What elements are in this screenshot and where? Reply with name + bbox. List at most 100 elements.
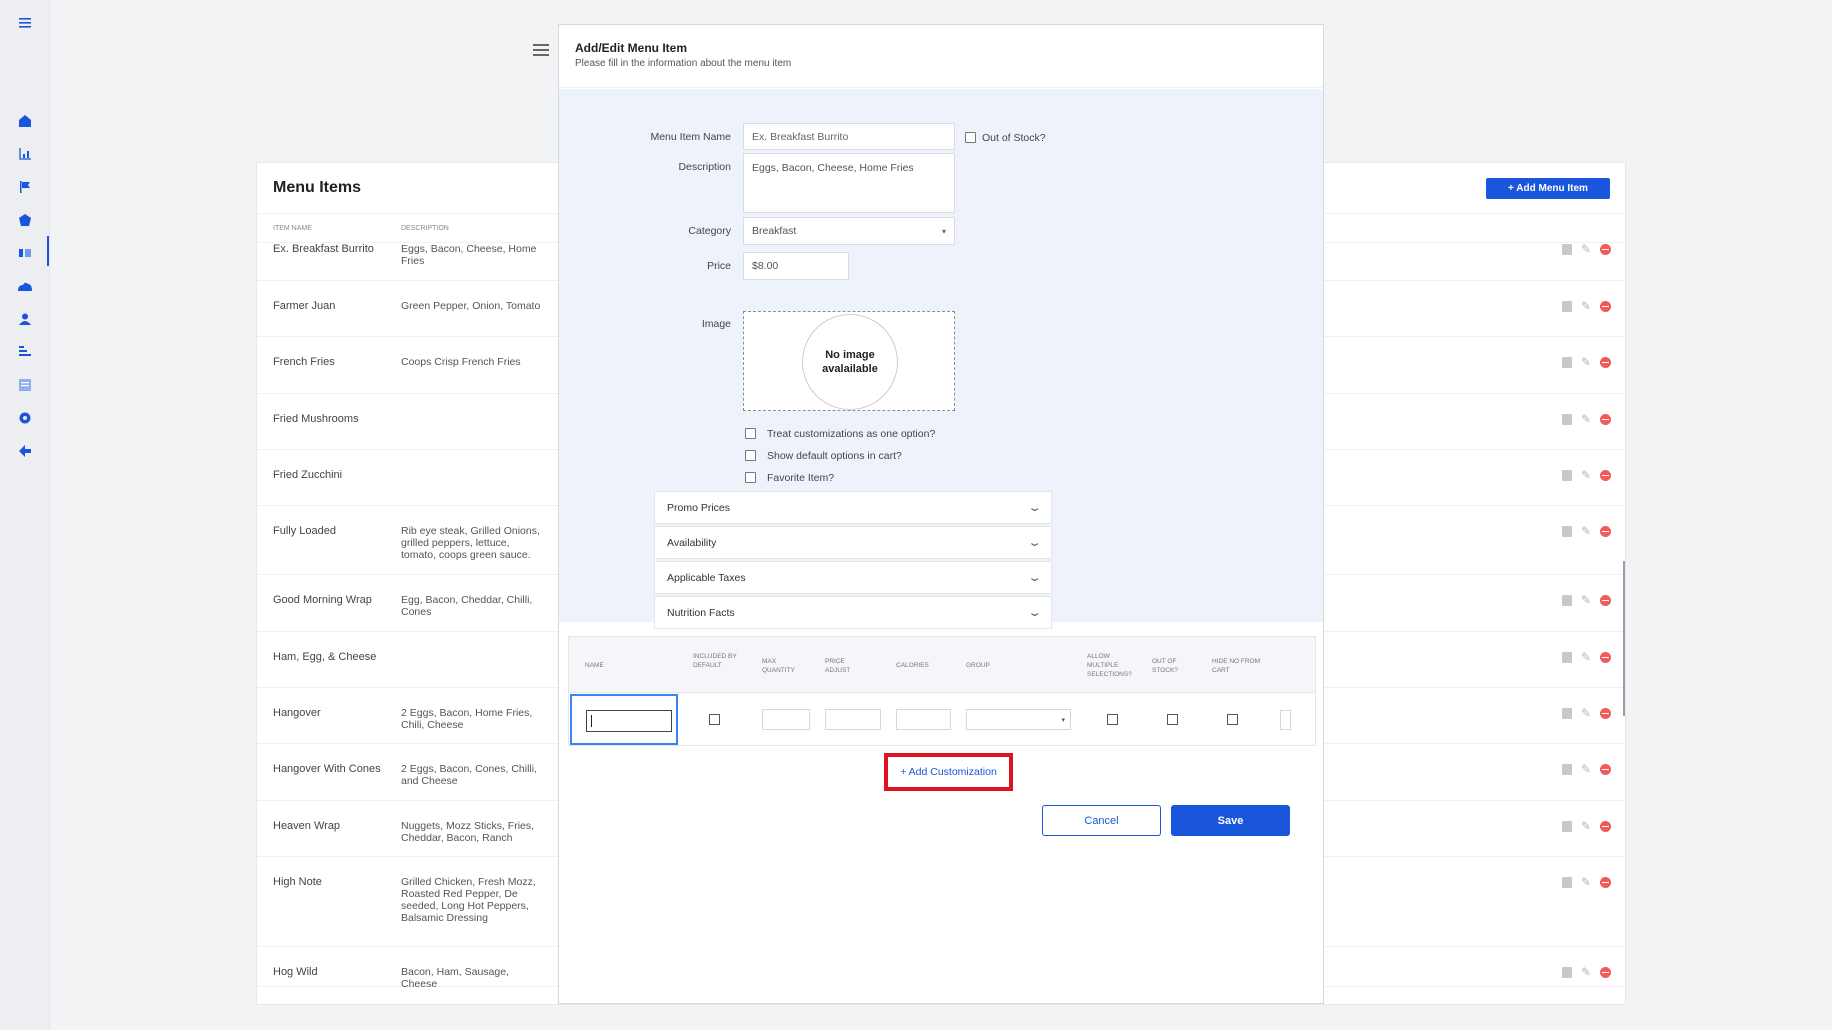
customization-name-input[interactable]	[586, 710, 672, 732]
chevron-down-icon: ⌄	[1027, 607, 1042, 619]
save-button[interactable]: Save	[1171, 805, 1290, 836]
row-actions: ✎	[1561, 820, 1611, 832]
accordion-availability[interactable]: Availability ⌄	[654, 526, 1052, 559]
image-upload-area[interactable]: No image avalailable	[743, 311, 955, 411]
chart-icon[interactable]	[16, 145, 34, 163]
header-out-of-stock: OUT OF STOCK?	[1152, 658, 1178, 674]
price-input[interactable]: $8.00	[743, 252, 849, 280]
trash-icon[interactable]	[1561, 651, 1572, 663]
remove-icon[interactable]	[1600, 469, 1611, 481]
remove-icon[interactable]	[1600, 763, 1611, 775]
sort-icon[interactable]	[16, 343, 34, 361]
remove-icon[interactable]	[1600, 651, 1611, 663]
grid-icon[interactable]	[16, 376, 34, 394]
home-icon[interactable]	[16, 112, 34, 130]
pencil-icon[interactable]: ✎	[1581, 413, 1591, 425]
item-name-cell: French Fries	[273, 356, 335, 368]
max-quantity-input[interactable]	[762, 709, 810, 730]
modal-title: Add/Edit Menu Item	[575, 41, 687, 55]
price-adjust-input[interactable]	[825, 709, 881, 730]
out-of-stock-item-checkbox[interactable]	[1167, 714, 1178, 725]
pencil-icon[interactable]: ✎	[1581, 469, 1591, 481]
pencil-icon[interactable]: ✎	[1581, 651, 1591, 663]
hide-no-checkbox[interactable]	[1227, 714, 1238, 725]
out-of-stock-checkbox[interactable]	[965, 132, 976, 143]
trash-icon[interactable]	[1561, 469, 1572, 481]
remove-icon[interactable]	[1600, 356, 1611, 368]
content-menu-toggle-icon[interactable]	[533, 44, 549, 56]
trash-icon[interactable]	[1561, 594, 1572, 606]
included-by-default-checkbox[interactable]	[709, 714, 720, 725]
menu-item-name-input[interactable]: Ex. Breakfast Burrito	[743, 123, 955, 150]
accordion-nutrition-facts[interactable]: Nutrition Facts ⌄	[654, 596, 1052, 629]
cloud-icon[interactable]	[16, 277, 34, 295]
allow-multiple-checkbox[interactable]	[1107, 714, 1118, 725]
menu-icon[interactable]	[16, 14, 34, 32]
pencil-icon[interactable]: ✎	[1581, 243, 1591, 255]
remove-icon[interactable]	[1600, 707, 1611, 719]
customizations-table: NAME INCLUDED BY DEFAULT MAX QUANTITY PR…	[568, 636, 1316, 746]
header-allow-multiple: ALLOW MULTIPLE SELECTIONS?	[1087, 653, 1132, 678]
pencil-icon[interactable]: ✎	[1581, 300, 1591, 312]
image-placeholder: No image avalailable	[802, 314, 898, 410]
accordion-applicable-taxes[interactable]: Applicable Taxes ⌄	[654, 561, 1052, 594]
trash-icon[interactable]	[1561, 300, 1572, 312]
pencil-icon[interactable]: ✎	[1581, 594, 1591, 606]
scrollbar[interactable]	[1623, 561, 1625, 716]
remove-icon[interactable]	[1600, 820, 1611, 832]
show-default-options-checkbox[interactable]	[745, 450, 756, 461]
row-actions: ✎	[1561, 300, 1611, 312]
header-max-quantity: MAX QUANTITY	[762, 658, 795, 674]
treat-customizations-checkbox[interactable]	[745, 428, 756, 439]
trash-icon[interactable]	[1561, 876, 1572, 888]
pencil-icon[interactable]: ✎	[1581, 525, 1591, 537]
pencil-icon[interactable]: ✎	[1581, 876, 1591, 888]
calories-input[interactable]	[896, 709, 951, 730]
add-menu-item-button[interactable]: + Add Menu Item	[1486, 178, 1610, 199]
row-actions: ✎	[1561, 594, 1611, 606]
remove-icon[interactable]	[1600, 413, 1611, 425]
menu-item-name-label: Menu Item Name	[650, 131, 731, 143]
category-select[interactable]: Breakfast ▾	[743, 217, 955, 245]
remove-icon[interactable]	[1600, 594, 1611, 606]
item-description-cell: Nuggets, Mozz Sticks, Fries, Cheddar, Ba…	[401, 820, 535, 844]
favorite-item-checkbox[interactable]	[745, 472, 756, 483]
pencil-icon[interactable]: ✎	[1581, 707, 1591, 719]
row-action-placeholder[interactable]	[1280, 710, 1291, 730]
pencil-icon[interactable]: ✎	[1581, 763, 1591, 775]
add-customization-button[interactable]: + Add Customization	[900, 766, 997, 778]
pencil-icon[interactable]: ✎	[1581, 356, 1591, 368]
flag-icon[interactable]	[16, 178, 34, 196]
group-select[interactable]: ▾	[966, 709, 1071, 730]
tag-icon[interactable]	[16, 211, 34, 229]
pencil-icon[interactable]: ✎	[1581, 820, 1591, 832]
back-arrow-icon[interactable]	[16, 442, 34, 460]
trash-icon[interactable]	[1561, 707, 1572, 719]
caret-down-icon: ▾	[1061, 716, 1065, 724]
item-name-cell: Hangover With Cones	[273, 763, 381, 775]
remove-icon[interactable]	[1600, 525, 1611, 537]
trash-icon[interactable]	[1561, 763, 1572, 775]
sidebar	[0, 0, 50, 1030]
gear-icon[interactable]	[16, 409, 34, 427]
remove-icon[interactable]	[1600, 243, 1611, 255]
accordion-label: Nutrition Facts	[667, 606, 735, 619]
item-description-cell: Green Pepper, Onion, Tomato	[401, 300, 541, 312]
chevron-down-icon: ⌄	[1027, 572, 1042, 584]
item-name-cell: High Note	[273, 876, 322, 888]
trash-icon[interactable]	[1561, 356, 1572, 368]
remove-icon[interactable]	[1600, 876, 1611, 888]
pencil-icon[interactable]: ✎	[1581, 966, 1591, 978]
remove-icon[interactable]	[1600, 966, 1611, 978]
trash-icon[interactable]	[1561, 525, 1572, 537]
list-icon[interactable]	[16, 244, 34, 262]
trash-icon[interactable]	[1561, 966, 1572, 978]
remove-icon[interactable]	[1600, 300, 1611, 312]
description-textarea[interactable]: Eggs, Bacon, Cheese, Home Fries	[743, 153, 955, 213]
trash-icon[interactable]	[1561, 243, 1572, 255]
user-icon[interactable]	[16, 310, 34, 328]
cancel-button[interactable]: Cancel	[1042, 805, 1161, 836]
trash-icon[interactable]	[1561, 820, 1572, 832]
trash-icon[interactable]	[1561, 413, 1572, 425]
accordion-promo-prices[interactable]: Promo Prices ⌄	[654, 491, 1052, 524]
